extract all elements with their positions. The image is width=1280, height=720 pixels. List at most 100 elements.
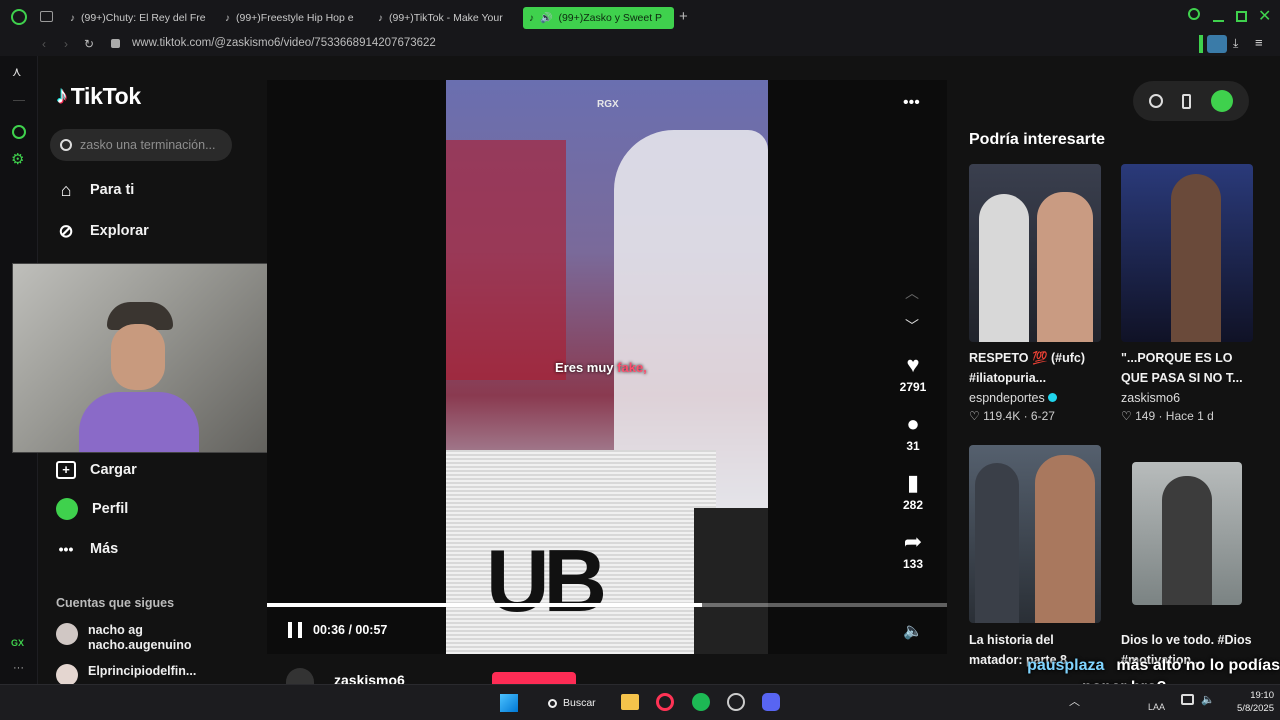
- rec-author[interactable]: zaskismo6: [1121, 391, 1180, 405]
- browser-tab-bar: ♪ (99+)Chuty: El Rey del Fre ♪ (99+)Freest…: [0, 0, 1280, 34]
- nav-explorar[interactable]: ⊘ Explorar: [56, 219, 148, 243]
- volume-icon[interactable]: 🔈: [903, 621, 923, 641]
- compass-icon: ⊘: [58, 220, 74, 241]
- file-explorer-icon[interactable]: [621, 694, 639, 710]
- nav-cargar[interactable]: + Cargar: [56, 458, 137, 482]
- share-icon: ➦: [903, 529, 923, 554]
- avatar-icon[interactable]: [1211, 90, 1234, 112]
- author-name[interactable]: zaskismo6: [334, 672, 405, 684]
- rec-thumbnail[interactable]: [969, 164, 1101, 342]
- following-title: Cuentas que sigues: [56, 596, 175, 610]
- follow-button[interactable]: [492, 672, 576, 684]
- rec-thumbnail[interactable]: [969, 445, 1101, 623]
- tab-zasko-active[interactable]: ♪ 🔊 (99+)Zasko y Sweet P: [523, 7, 674, 29]
- spotify-icon[interactable]: [692, 693, 710, 711]
- nav-mas[interactable]: ••• Más: [56, 537, 119, 561]
- restore-button[interactable]: [1236, 11, 1247, 22]
- compass-icon[interactable]: [1148, 94, 1163, 108]
- search-placeholder: zasko una terminación...: [80, 138, 216, 152]
- search-input[interactable]: zasko una terminación...: [50, 129, 232, 161]
- tab-freestyle[interactable]: ♪ (99+)Freestyle Hip Hop e: [219, 7, 359, 29]
- gx-logo-icon[interactable]: GX: [11, 638, 24, 648]
- video-caption: Eres muy fake,: [555, 360, 647, 375]
- gx-control-icon[interactable]: ⋏: [12, 64, 22, 80]
- heart-outline-icon: ♡: [1121, 409, 1136, 423]
- opera-gx-taskbar-icon[interactable]: [656, 693, 674, 711]
- search-icon[interactable]: [1188, 8, 1200, 20]
- comment-button[interactable]: ● 31: [897, 411, 929, 453]
- taskbar-search[interactable]: Buscar: [536, 690, 606, 716]
- rec-thumbnail[interactable]: [1121, 164, 1253, 342]
- progress-fill: [267, 603, 702, 607]
- language-indicator[interactable]: LAA: [1148, 702, 1165, 712]
- opera-gx-logo-icon[interactable]: [11, 9, 27, 25]
- video-watermark: RGX: [597, 99, 619, 110]
- tiktok-logo[interactable]: ♪ TikTok: [56, 82, 141, 110]
- volume-icon[interactable]: 🔈: [1201, 693, 1215, 706]
- mobile-icon[interactable]: [1182, 93, 1192, 109]
- history-icon[interactable]: [12, 125, 26, 139]
- divider: [13, 100, 25, 101]
- video-time: 00:36 / 00:57: [313, 623, 388, 637]
- tiktok-icon: ♪: [70, 12, 75, 24]
- following-item[interactable]: nacho ag nacho.augenuino: [56, 623, 191, 652]
- following-item[interactable]: Elprincipiodelfin...: [56, 664, 196, 686]
- like-button[interactable]: ♥ 2791: [897, 352, 929, 394]
- search-icon: [548, 698, 557, 708]
- back-icon[interactable]: ‹: [42, 37, 46, 51]
- rec-title[interactable]: RESPETO 💯 (#ufc) #iliatopuria...: [969, 348, 1105, 388]
- tiktok-icon: ♪: [378, 12, 383, 24]
- reload-icon[interactable]: ↻: [84, 37, 94, 51]
- author-avatar[interactable]: [286, 668, 314, 684]
- windows-start-icon[interactable]: [500, 694, 518, 712]
- nav-perfil[interactable]: Perfil: [56, 497, 128, 521]
- speaker-icon[interactable]: 🔊: [540, 13, 552, 24]
- discord-icon[interactable]: [762, 693, 780, 711]
- tab-overview-icon[interactable]: [40, 11, 53, 22]
- tab-chuty[interactable]: ♪ (99+)Chuty: El Rey del Fre: [64, 7, 206, 29]
- heart-icon: ♥: [906, 352, 920, 377]
- clock[interactable]: 19:10 5/8/2025: [1222, 689, 1274, 715]
- network-icon[interactable]: [1181, 694, 1194, 705]
- pause-icon[interactable]: [288, 622, 302, 638]
- more-icon: •••: [58, 541, 74, 557]
- share-button[interactable]: ➦ 133: [897, 529, 929, 571]
- tiktok-note-icon: ♪: [56, 82, 68, 109]
- recommendations-title: Podría interesarte: [969, 131, 1106, 148]
- video-more-icon[interactable]: •••: [903, 94, 920, 112]
- chevron-up-icon[interactable]: ︿: [905, 283, 919, 303]
- minimize-button[interactable]: [1213, 20, 1224, 22]
- avatar: [56, 623, 78, 645]
- download-icon[interactable]: ⤓: [1233, 36, 1238, 51]
- rec-author[interactable]: espndeportes: [969, 391, 1058, 405]
- url-field[interactable]: www.tiktok.com/@zaskismo6/video/75336689…: [132, 37, 436, 49]
- bookmark-icon: ▮: [906, 470, 920, 495]
- home-icon: ⌂: [60, 179, 72, 200]
- save-button[interactable]: ▮ 282: [897, 470, 929, 512]
- profile-extension-icon[interactable]: [1207, 35, 1227, 53]
- taskbar: Buscar ︿ LAA 🔈 19:10 5/8/2025: [0, 684, 1280, 720]
- forward-icon[interactable]: ›: [64, 37, 68, 51]
- rec-title[interactable]: "...PORQUE ES LO QUE PASA SI NO T...: [1121, 348, 1257, 388]
- top-tools: [1133, 81, 1249, 121]
- tiktok-icon: ♪: [225, 12, 230, 24]
- rec-thumbnail[interactable]: [1132, 462, 1242, 605]
- streamer-figure: [79, 302, 199, 452]
- avatar-icon: [56, 498, 78, 520]
- tab-tiktok[interactable]: ♪ (99+)TikTok - Make Your: [372, 7, 514, 29]
- avatar: [56, 664, 78, 686]
- close-button[interactable]: ✕: [1258, 6, 1271, 26]
- app-icon[interactable]: [727, 693, 745, 711]
- tiktok-icon: ♪: [529, 12, 534, 24]
- nav-para-ti[interactable]: ⌂ Para ti: [56, 178, 135, 202]
- easy-setup-icon[interactable]: ≡: [1255, 35, 1263, 50]
- settings-icon[interactable]: ⚙: [11, 150, 24, 168]
- chevron-down-icon[interactable]: ﹀: [905, 316, 919, 336]
- tray-chevron-icon[interactable]: ︿: [1069, 693, 1080, 709]
- heart-outline-icon: ♡: [969, 409, 984, 423]
- new-tab-button[interactable]: +: [679, 8, 688, 25]
- extension-icon[interactable]: [1199, 35, 1203, 53]
- more-icon[interactable]: ···: [13, 662, 24, 674]
- comment-icon: ●: [906, 411, 920, 436]
- webcam-overlay: [12, 263, 286, 453]
